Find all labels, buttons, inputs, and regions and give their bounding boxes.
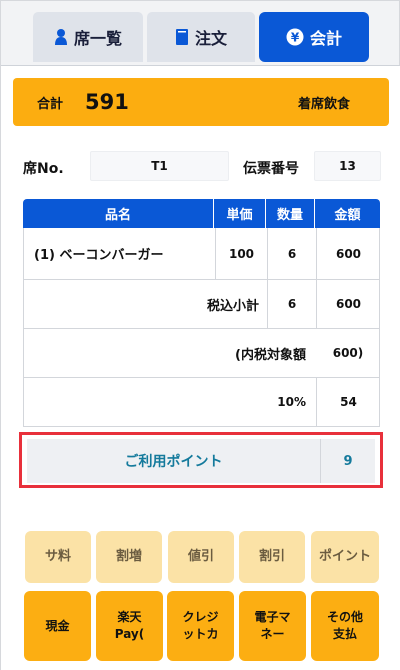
- slip-number-label: 伝票番号: [243, 161, 299, 177]
- book-icon: [175, 28, 189, 46]
- tax-row: 10% 54: [23, 378, 380, 427]
- rakuten-pay-button[interactable]: 楽天 Pay(: [96, 591, 163, 661]
- credit-card-button[interactable]: クレジ ットカ: [167, 591, 234, 661]
- tax-amount: 54: [316, 378, 380, 426]
- button-label: 楽天: [117, 610, 142, 625]
- taxable-amount: 600): [332, 346, 364, 360]
- points-button[interactable]: ポイント: [311, 531, 379, 583]
- button-label: 電子マ: [254, 610, 291, 625]
- cash-button[interactable]: 現金: [24, 591, 91, 661]
- tab-checkout[interactable]: ¥ 会計: [259, 12, 369, 62]
- header-quantity: 数量: [266, 199, 315, 228]
- price-discount-button[interactable]: 値引: [168, 531, 234, 583]
- points-highlight: ご利用ポイント 9: [19, 432, 383, 488]
- button-label: 現金: [45, 618, 70, 633]
- tab-seat-list[interactable]: 席一覧: [33, 12, 143, 62]
- checkout-panel: 合計 591 着席飲食 席No. T1 伝票番号 13 品名 単価 数量 金額 …: [1, 65, 400, 670]
- svg-text:¥: ¥: [291, 31, 300, 45]
- service-charge-button[interactable]: サ料: [25, 531, 91, 583]
- button-label-group: その他 支払: [327, 609, 363, 643]
- button-label: ネー: [260, 627, 285, 641]
- points-label: ご利用ポイント: [124, 454, 223, 470]
- seat-label: 席No.: [23, 161, 64, 177]
- app-frame: 席一覧 注文 ¥ 会計 合計 591 着席飲食 席No. T1 伝票番号 13: [0, 0, 400, 670]
- total-bar: 合計 591 着席飲食: [13, 78, 389, 126]
- tax-rate: 10%: [277, 395, 306, 409]
- dining-type: 着席飲食: [298, 96, 351, 112]
- tab-label: 席一覧: [73, 29, 122, 48]
- seat-value: T1: [90, 151, 229, 181]
- seat-info-row: 席No. T1 伝票番号 13: [1, 151, 400, 181]
- table-header: 品名 単価 数量 金額: [23, 199, 380, 228]
- button-label: ットカ: [182, 627, 219, 641]
- e-money-button[interactable]: 電子マ ネー: [239, 591, 306, 661]
- points-row[interactable]: ご利用ポイント 9: [27, 439, 375, 483]
- subtotal-quantity: 6: [267, 280, 316, 328]
- item-amount: 600: [316, 228, 380, 279]
- button-label: その他: [326, 610, 363, 625]
- button-label-group: クレジ ットカ: [182, 609, 218, 643]
- tab-label: 会計: [309, 29, 342, 48]
- percent-discount-button[interactable]: 割引: [239, 531, 305, 583]
- header-unit-price: 単価: [214, 199, 266, 228]
- header-item-name: 品名: [23, 199, 214, 228]
- button-label-group: 電子マ ネー: [254, 609, 290, 643]
- other-payment-button[interactable]: その他 支払: [311, 591, 379, 661]
- button-label: Pay(: [114, 627, 145, 641]
- tab-label: 注文: [194, 29, 227, 48]
- table-row[interactable]: (1) ベーコンバーガー 100 6 600: [23, 228, 380, 280]
- header-amount: 金額: [315, 199, 380, 228]
- item-price: 100: [215, 228, 267, 279]
- taxable-row: (内税対象額 600): [23, 329, 380, 378]
- total-label: 合計: [37, 96, 64, 112]
- slip-number-value: 13: [314, 151, 381, 181]
- button-label: 支払: [332, 627, 357, 641]
- tab-order[interactable]: 注文: [147, 12, 255, 62]
- subtotal-row: 税込小計 6 600: [23, 280, 380, 329]
- subtotal-label: 税込小計: [206, 298, 259, 314]
- order-table: 品名 単価 数量 金額 (1) ベーコンバーガー 100 6 600 税込小計 …: [23, 199, 380, 427]
- person-icon: [54, 28, 68, 46]
- button-label: クレジ: [182, 610, 219, 625]
- points-value: 9: [343, 453, 353, 469]
- button-label-group: 楽天 Pay(: [115, 609, 145, 643]
- total-value: 591: [85, 90, 129, 114]
- subtotal-amount: 600: [316, 280, 380, 328]
- yen-icon: ¥: [286, 28, 304, 46]
- item-name: (1) ベーコンバーガー: [34, 248, 164, 263]
- taxable-label: (内税対象額: [235, 347, 306, 363]
- tab-bar: 席一覧 注文 ¥ 会計: [1, 9, 400, 65]
- item-quantity: 6: [267, 228, 316, 279]
- surcharge-button[interactable]: 割増: [96, 531, 162, 583]
